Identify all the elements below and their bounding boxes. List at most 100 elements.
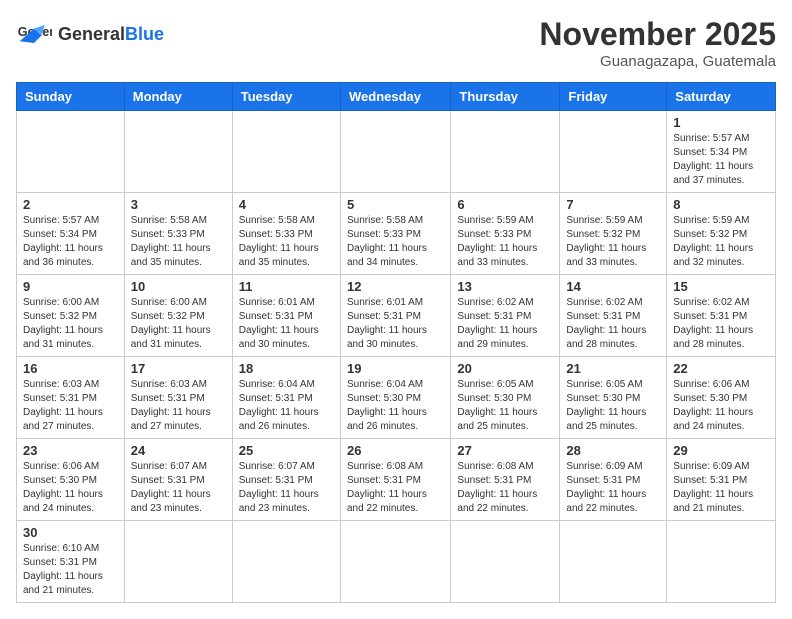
day-info: Sunrise: 6:02 AM Sunset: 5:31 PM Dayligh…	[457, 296, 553, 352]
day-number: 21	[566, 361, 660, 376]
calendar-cell: 12Sunrise: 6:01 AM Sunset: 5:31 PM Dayli…	[340, 275, 450, 357]
calendar-week-6: 30 Sunrise: 6:10 AM Sunset: 5:31 PM Dayli…	[17, 521, 776, 603]
calendar-cell	[560, 521, 667, 603]
calendar-cell: 25 Sunrise: 6:07 AM Sunset: 5:31 PM Dayli…	[232, 439, 340, 521]
calendar-cell: 4Sunrise: 5:58 AM Sunset: 5:33 PM Daylig…	[232, 193, 340, 275]
day-number: 10	[131, 279, 226, 294]
day-info: Sunrise: 5:59 AM Sunset: 5:32 PM Dayligh…	[673, 214, 769, 270]
day-info: Sunrise: 5:58 AM Sunset: 5:33 PM Dayligh…	[347, 214, 444, 270]
day-number: 12	[347, 279, 444, 294]
day-info: Sunrise: 5:57 AM Sunset: 5:34 PM Dayligh…	[23, 214, 118, 270]
calendar-cell: 29 Sunrise: 6:09 AM Sunset: 5:31 PM Dayli…	[667, 439, 776, 521]
day-info: Sunrise: 6:07 AM Sunset: 5:31 PM Dayligh…	[239, 460, 334, 516]
day-number: 25	[239, 443, 334, 458]
day-info: Sunrise: 6:00 AM Sunset: 5:32 PM Dayligh…	[131, 296, 226, 352]
calendar-cell: 28Sunrise: 6:09 AM Sunset: 5:31 PM Dayli…	[560, 439, 667, 521]
calendar-week-1: 1 Sunrise: 5:57 AM Sunset: 5:34 PM Daylig…	[17, 111, 776, 193]
calendar-cell	[232, 111, 340, 193]
calendar-cell: 16 Sunrise: 6:03 AM Sunset: 5:31 PM Dayli…	[17, 357, 125, 439]
day-number: 30	[23, 525, 118, 540]
day-number: 11	[239, 279, 334, 294]
day-info: Sunrise: 6:00 AM Sunset: 5:32 PM Dayligh…	[23, 296, 118, 352]
day-info: Sunrise: 6:04 AM Sunset: 5:31 PM Dayligh…	[239, 378, 334, 434]
calendar-cell: 22 Sunrise: 6:06 AM Sunset: 5:30 PM Dayli…	[667, 357, 776, 439]
calendar-cell: 11Sunrise: 6:01 AM Sunset: 5:31 PM Dayli…	[232, 275, 340, 357]
calendar-week-4: 16 Sunrise: 6:03 AM Sunset: 5:31 PM Dayli…	[17, 357, 776, 439]
day-info: Sunrise: 6:10 AM Sunset: 5:31 PM Dayligh…	[23, 542, 118, 598]
weekday-header-wednesday: Wednesday	[340, 83, 450, 111]
calendar-cell	[451, 521, 560, 603]
calendar-cell: 7 Sunrise: 5:59 AM Sunset: 5:32 PM Daylig…	[560, 193, 667, 275]
calendar-cell: 5 Sunrise: 5:58 AM Sunset: 5:33 PM Daylig…	[340, 193, 450, 275]
weekday-header-sunday: Sunday	[17, 83, 125, 111]
day-info: Sunrise: 5:58 AM Sunset: 5:33 PM Dayligh…	[239, 214, 334, 270]
day-number: 5	[347, 197, 444, 212]
calendar-cell: 27Sunrise: 6:08 AM Sunset: 5:31 PM Dayli…	[451, 439, 560, 521]
day-info: Sunrise: 6:03 AM Sunset: 5:31 PM Dayligh…	[131, 378, 226, 434]
day-number: 16	[23, 361, 118, 376]
month-title: November 2025	[539, 16, 776, 53]
weekday-header-tuesday: Tuesday	[232, 83, 340, 111]
day-number: 29	[673, 443, 769, 458]
logo-icon: General	[16, 16, 52, 52]
day-number: 1	[673, 115, 769, 130]
calendar-cell: 15Sunrise: 6:02 AM Sunset: 5:31 PM Dayli…	[667, 275, 776, 357]
calendar-cell: 2Sunrise: 5:57 AM Sunset: 5:34 PM Daylig…	[17, 193, 125, 275]
day-number: 13	[457, 279, 553, 294]
calendar-cell: 30 Sunrise: 6:10 AM Sunset: 5:31 PM Dayli…	[17, 521, 125, 603]
day-info: Sunrise: 6:07 AM Sunset: 5:31 PM Dayligh…	[131, 460, 226, 516]
day-number: 17	[131, 361, 226, 376]
day-info: Sunrise: 6:05 AM Sunset: 5:30 PM Dayligh…	[457, 378, 553, 434]
calendar-cell: 26Sunrise: 6:08 AM Sunset: 5:31 PM Dayli…	[340, 439, 450, 521]
calendar-cell	[124, 521, 232, 603]
day-info: Sunrise: 5:57 AM Sunset: 5:34 PM Dayligh…	[673, 132, 769, 188]
calendar-cell: 24 Sunrise: 6:07 AM Sunset: 5:31 PM Dayli…	[124, 439, 232, 521]
calendar-cell	[124, 111, 232, 193]
day-number: 18	[239, 361, 334, 376]
calendar-table: SundayMondayTuesdayWednesdayThursdayFrid…	[16, 82, 776, 603]
day-number: 22	[673, 361, 769, 376]
calendar-cell	[17, 111, 125, 193]
day-info: Sunrise: 6:03 AM Sunset: 5:31 PM Dayligh…	[23, 378, 118, 434]
day-info: Sunrise: 6:04 AM Sunset: 5:30 PM Dayligh…	[347, 378, 444, 434]
weekday-header-friday: Friday	[560, 83, 667, 111]
weekday-header-row: SundayMondayTuesdayWednesdayThursdayFrid…	[17, 83, 776, 111]
day-number: 3	[131, 197, 226, 212]
day-info: Sunrise: 6:08 AM Sunset: 5:31 PM Dayligh…	[457, 460, 553, 516]
calendar-cell: 13 Sunrise: 6:02 AM Sunset: 5:31 PM Dayli…	[451, 275, 560, 357]
weekday-header-thursday: Thursday	[451, 83, 560, 111]
calendar-cell	[340, 111, 450, 193]
day-number: 23	[23, 443, 118, 458]
day-number: 26	[347, 443, 444, 458]
calendar-cell: 20Sunrise: 6:05 AM Sunset: 5:30 PM Dayli…	[451, 357, 560, 439]
day-number: 24	[131, 443, 226, 458]
day-info: Sunrise: 6:09 AM Sunset: 5:31 PM Dayligh…	[673, 460, 769, 516]
day-number: 7	[566, 197, 660, 212]
calendar-cell: 8 Sunrise: 5:59 AM Sunset: 5:32 PM Daylig…	[667, 193, 776, 275]
calendar-week-5: 23Sunrise: 6:06 AM Sunset: 5:30 PM Dayli…	[17, 439, 776, 521]
day-number: 9	[23, 279, 118, 294]
page-header: General GeneralBlue November 2025 Guanag…	[16, 16, 776, 70]
calendar-cell: 10 Sunrise: 6:00 AM Sunset: 5:32 PM Dayli…	[124, 275, 232, 357]
logo: General GeneralBlue	[16, 16, 164, 52]
calendar-cell: 14Sunrise: 6:02 AM Sunset: 5:31 PM Dayli…	[560, 275, 667, 357]
day-info: Sunrise: 5:58 AM Sunset: 5:33 PM Dayligh…	[131, 214, 226, 270]
logo-text: GeneralBlue	[58, 24, 164, 44]
day-info: Sunrise: 6:02 AM Sunset: 5:31 PM Dayligh…	[566, 296, 660, 352]
calendar-cell: 1 Sunrise: 5:57 AM Sunset: 5:34 PM Daylig…	[667, 111, 776, 193]
day-info: Sunrise: 5:59 AM Sunset: 5:33 PM Dayligh…	[457, 214, 553, 270]
day-info: Sunrise: 6:09 AM Sunset: 5:31 PM Dayligh…	[566, 460, 660, 516]
day-info: Sunrise: 6:02 AM Sunset: 5:31 PM Dayligh…	[673, 296, 769, 352]
day-number: 19	[347, 361, 444, 376]
calendar-week-3: 9 Sunrise: 6:00 AM Sunset: 5:32 PM Daylig…	[17, 275, 776, 357]
calendar-cell: 6Sunrise: 5:59 AM Sunset: 5:33 PM Daylig…	[451, 193, 560, 275]
weekday-header-monday: Monday	[124, 83, 232, 111]
day-info: Sunrise: 6:06 AM Sunset: 5:30 PM Dayligh…	[673, 378, 769, 434]
calendar-cell: 18 Sunrise: 6:04 AM Sunset: 5:31 PM Dayli…	[232, 357, 340, 439]
title-block: November 2025 Guanagazapa, Guatemala	[539, 16, 776, 70]
calendar-cell: 17 Sunrise: 6:03 AM Sunset: 5:31 PM Dayli…	[124, 357, 232, 439]
day-info: Sunrise: 6:05 AM Sunset: 5:30 PM Dayligh…	[566, 378, 660, 434]
calendar-cell: 19 Sunrise: 6:04 AM Sunset: 5:30 PM Dayli…	[340, 357, 450, 439]
day-info: Sunrise: 5:59 AM Sunset: 5:32 PM Dayligh…	[566, 214, 660, 270]
day-number: 8	[673, 197, 769, 212]
